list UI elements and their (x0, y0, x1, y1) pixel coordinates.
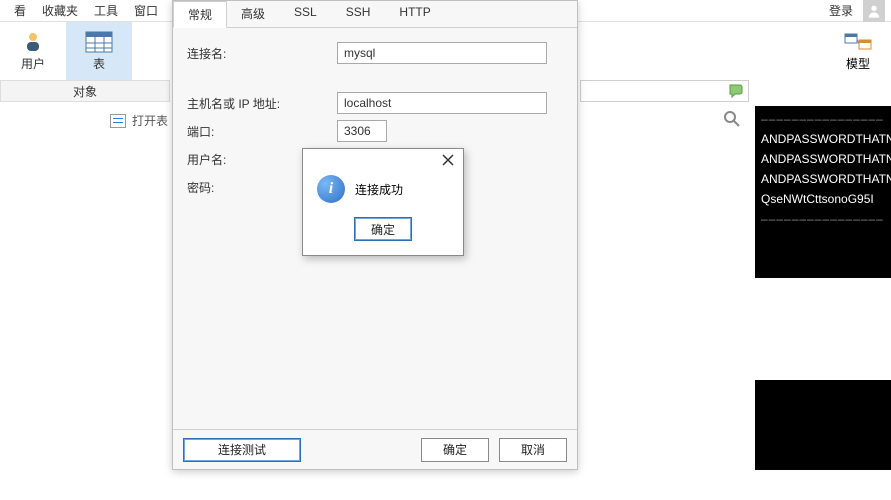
terminal-line: ANDPASSWORDTHATN (761, 132, 887, 146)
terminal-divider: –––––––––––––––– (761, 212, 887, 226)
terminal-panel: –––––––––––––––– ANDPASSWORDTHATN ANDPAS… (755, 106, 891, 278)
terminal-line: QseNWtCttsonoG95I (761, 192, 887, 206)
ribbon-table[interactable]: 表 (66, 22, 132, 80)
menu-view[interactable]: 看 (6, 0, 34, 21)
menu-favorites[interactable]: 收藏夹 (34, 0, 86, 21)
dialog-button-bar: 连接测试 确定 取消 (173, 429, 577, 469)
alert-dialog: i 连接成功 确定 (302, 148, 464, 256)
model-icon (844, 31, 872, 53)
tab-http[interactable]: HTTP (385, 1, 445, 27)
terminal-line: ANDPASSWORDTHATN (761, 152, 887, 166)
dialog-tabs: 常规 高级 SSL SSH HTTP (173, 1, 577, 28)
info-icon: i (317, 175, 345, 203)
input-host[interactable] (337, 92, 547, 114)
close-icon[interactable] (439, 151, 457, 169)
label-conn-name: 连接名: (187, 45, 337, 62)
tab-ssh[interactable]: SSH (332, 1, 386, 27)
open-table-button[interactable]: 打开表 (110, 112, 168, 129)
ribbon-table-label: 表 (93, 55, 105, 72)
open-table-label: 打开表 (132, 112, 168, 129)
menu-window[interactable]: 窗口 (126, 0, 166, 21)
ok-button[interactable]: 确定 (421, 438, 489, 462)
ribbon-user-label: 用户 (21, 55, 45, 72)
terminal-divider: –––––––––––––––– (761, 112, 887, 126)
label-port: 端口: (187, 123, 337, 140)
alert-message: 连接成功 (355, 181, 403, 198)
test-connection-button[interactable]: 连接测试 (183, 438, 301, 462)
table-icon (85, 31, 113, 53)
tab-ssl[interactable]: SSL (280, 1, 332, 27)
tab-general[interactable]: 常规 (173, 1, 227, 28)
search-icon[interactable] (723, 110, 741, 128)
objects-tab-label: 对象 (73, 83, 97, 100)
sheet-icon (110, 114, 126, 128)
ribbon-user[interactable]: 用户 (0, 22, 66, 80)
alert-ok-button[interactable]: 确定 (354, 217, 412, 241)
input-conn-name[interactable] (337, 42, 547, 64)
terminal-line: ANDPASSWORDTHATN (761, 172, 887, 186)
avatar-icon[interactable] (863, 0, 885, 22)
menu-tools[interactable]: 工具 (86, 0, 126, 21)
alert-titlebar (303, 149, 463, 171)
user-icon (19, 31, 47, 53)
objects-tab[interactable]: 对象 (0, 80, 170, 102)
chat-icon[interactable] (727, 82, 745, 100)
search-input[interactable] (580, 80, 749, 102)
ribbon-model-label: 模型 (846, 55, 870, 72)
cancel-button[interactable]: 取消 (499, 438, 567, 462)
label-host: 主机名或 IP 地址: (187, 95, 337, 112)
terminal-panel-lower (755, 380, 891, 470)
tab-advanced[interactable]: 高级 (227, 1, 280, 27)
ribbon-model[interactable]: 模型 (825, 22, 891, 80)
input-port[interactable] (337, 120, 387, 142)
login-link[interactable]: 登录 (823, 0, 859, 21)
